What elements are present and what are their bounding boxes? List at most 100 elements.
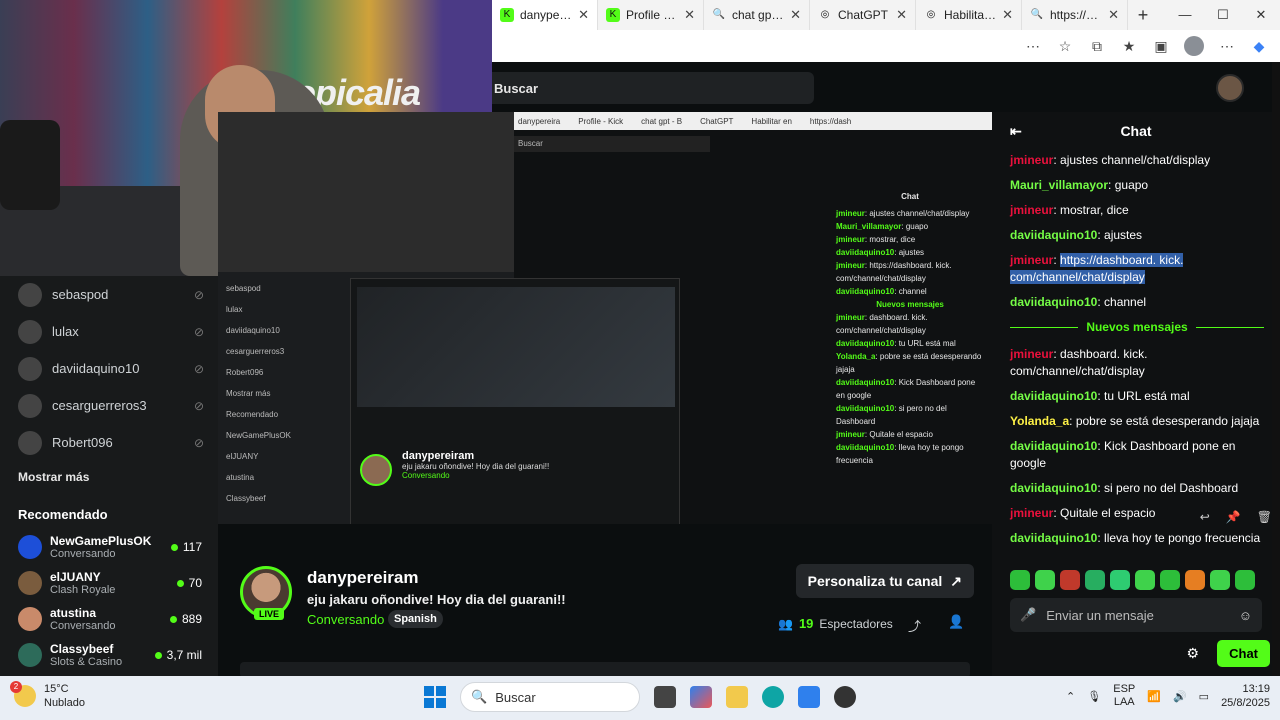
chevron-up-icon[interactable]: ⌃ — [1066, 690, 1075, 703]
chat-panel: ⇤ Chat jmineur: ajustes channel/chat/dis… — [992, 112, 1280, 676]
close-window-icon[interactable]: ✕ — [1242, 7, 1280, 23]
task-view-icon[interactable] — [654, 686, 676, 708]
emoji-icon[interactable]: ☺ — [1239, 608, 1252, 623]
copilot-icon[interactable]: ◆ — [1250, 38, 1268, 55]
show-more-button[interactable]: Mostrar más — [0, 461, 218, 493]
browser-tab[interactable]: Kdanypereiram ✕ — [492, 0, 598, 30]
chat-message-text: guapo — [1114, 178, 1149, 192]
tab-close-icon[interactable]: ✕ — [1002, 7, 1013, 23]
emote-icon[interactable] — [1235, 570, 1255, 590]
emote-icon[interactable] — [1210, 570, 1230, 590]
sidebar-item-sebaspod[interactable]: sebaspod ⊘ — [0, 276, 218, 313]
copilot-app-icon[interactable] — [690, 686, 712, 708]
emote-icon[interactable] — [1185, 570, 1205, 590]
share-icon[interactable]: ⤴ — [908, 616, 921, 635]
chat-username[interactable]: daviidaquino10 — [1010, 531, 1097, 545]
follow-user-icon[interactable]: 👤 — [948, 614, 964, 630]
collections-icon[interactable]: ▣ — [1152, 38, 1170, 55]
sidebar-item-lulax[interactable]: lulax ⊘ — [0, 313, 218, 350]
chat-input[interactable]: 🎤 Enviar un mensaje ☺ — [1010, 598, 1262, 632]
language-tag[interactable]: Spanish — [388, 610, 443, 628]
file-explorer-icon[interactable] — [726, 686, 748, 708]
mic-icon[interactable]: 🎤 — [1020, 607, 1036, 623]
extensions-icon[interactable]: ⧉ — [1088, 38, 1106, 55]
new-tab-button[interactable]: + — [1128, 5, 1158, 26]
customize-channel-button[interactable]: Personaliza tu canal ↗ — [795, 564, 974, 598]
minimize-icon[interactable]: — — [1166, 7, 1204, 23]
tab-close-icon[interactable]: ✕ — [896, 7, 907, 23]
stream-player[interactable]: sebaspod lulax daviidaquino10 cesarguerrero… — [218, 112, 992, 524]
tab-close-icon[interactable]: ✕ — [790, 7, 801, 23]
chat-username[interactable]: daviidaquino10 — [1010, 481, 1097, 495]
stream-category[interactable]: Conversando — [307, 612, 384, 627]
chat-username[interactable]: jmineur — [1010, 203, 1053, 217]
chat-username[interactable]: daviidaquino10 — [1010, 439, 1097, 453]
battery-icon[interactable]: ▭ — [1199, 690, 1209, 703]
obs-app-icon[interactable] — [834, 686, 856, 708]
chat-username[interactable]: daviidaquino10 — [1010, 389, 1097, 403]
browser-tab[interactable]: ◎ Habilitar en ✕ — [916, 0, 1022, 30]
browser-tab[interactable]: K Profile - Kick ✕ — [598, 0, 704, 30]
collapse-chat-icon[interactable]: ⇤ — [1010, 123, 1022, 140]
page-scrollbar[interactable] — [1272, 62, 1280, 676]
emote-icon[interactable] — [1035, 570, 1055, 590]
chat-username[interactable]: jmineur — [1010, 253, 1053, 267]
recommended-item[interactable]: NewGamePlusOK Conversando 117 — [0, 529, 218, 565]
browser-profile-icon[interactable] — [1184, 36, 1204, 56]
emote-icon[interactable] — [1010, 570, 1030, 590]
weather-widget[interactable]: 2 15°C Nublado — [10, 681, 85, 710]
chat-message: jmineur: dashboard. kick. com/channel/ch… — [1010, 347, 1148, 378]
language-indicator[interactable]: ESP LAA — [1113, 683, 1135, 709]
chat-username[interactable]: daviidaquino10 — [1010, 228, 1097, 242]
chat-message: Mauri_villamayor: guapo — [1010, 178, 1149, 192]
volume-icon[interactable]: 🔊 — [1173, 690, 1187, 703]
chat-username[interactable]: Mauri_villamayor — [1010, 178, 1108, 192]
emote-icon[interactable] — [1160, 570, 1180, 590]
emote-icon[interactable] — [1085, 570, 1105, 590]
tab-close-icon[interactable]: ✕ — [684, 7, 695, 23]
emote-icon[interactable] — [1110, 570, 1130, 590]
channel-name[interactable]: danypereiram — [307, 568, 419, 588]
delete-icon[interactable]: 🗑 — [1257, 510, 1272, 524]
recommended-item[interactable]: elJUANY Clash Royale 70 — [0, 565, 218, 601]
tab-close-icon[interactable]: ✕ — [578, 7, 589, 23]
send-chat-button[interactable]: Chat — [1217, 640, 1270, 667]
user-avatar[interactable] — [1216, 74, 1244, 102]
sidebar-item-cesarguerreros3[interactable]: cesarguerreros3 ⊘ — [0, 387, 218, 424]
browser-tab[interactable]: ◎ ChatGPT ✕ — [810, 0, 916, 30]
microphone-icon[interactable]: 🎙 — [1087, 690, 1101, 703]
clock[interactable]: 13:19 25/8/2025 — [1221, 682, 1270, 710]
edge-browser-icon[interactable] — [762, 686, 784, 708]
preview-chat-user: jmineur — [836, 313, 865, 322]
more-options-icon[interactable]: ⋯ — [1218, 38, 1236, 55]
tab-close-icon[interactable]: ✕ — [1108, 7, 1119, 23]
emote-icon[interactable] — [1060, 570, 1080, 590]
pin-icon[interactable]: 📌 — [1226, 510, 1241, 524]
start-windows-icon[interactable] — [424, 686, 446, 708]
chat-username[interactable]: jmineur — [1010, 153, 1053, 167]
sidebar-item-robert096[interactable]: Robert096 ⊘ — [0, 424, 218, 461]
chat-username[interactable]: jmineur — [1010, 347, 1053, 361]
browser-tab[interactable]: 🔍 https://dash ✕ — [1022, 0, 1128, 30]
chat-username[interactable]: daviidaquino10 — [1010, 295, 1097, 309]
favorites-icon[interactable]: ★ — [1120, 38, 1138, 55]
sidebar-item-daviidaquino10[interactable]: daviidaquino10 ⊘ — [0, 350, 218, 387]
recommended-item[interactable]: Classybeef Slots & Casino 3,7 mil — [0, 637, 218, 673]
chat-messages: jmineur: ajustes channel/chat/display Mau… — [992, 150, 1280, 547]
browser-tab[interactable]: 🔍 chat gpt - B ✕ — [704, 0, 810, 30]
reading-icon[interactable]: ⋯ — [1024, 38, 1042, 55]
emote-icon[interactable] — [1135, 570, 1155, 590]
favorite-star-icon[interactable]: ☆ — [1056, 38, 1074, 55]
search-input[interactable]: Buscar — [492, 72, 814, 104]
reply-icon[interactable]: ↩ — [1200, 510, 1210, 524]
webcam-mic — [0, 120, 60, 210]
maximize-icon[interactable]: ☐ — [1204, 7, 1242, 23]
chat-username[interactable]: Yolanda_a — [1010, 414, 1069, 428]
recommended-item[interactable]: atustina Conversando 889 — [0, 601, 218, 637]
chat-username[interactable]: jmineur — [1010, 506, 1053, 520]
taskbar-search[interactable]: 🔍 Buscar — [460, 682, 640, 712]
wifi-icon[interactable]: 📶 — [1147, 690, 1161, 703]
preview-chat-line: jmineur: Quitale el espacio — [836, 430, 933, 439]
settings-gear-icon[interactable]: ⚙ — [1187, 645, 1200, 662]
store-icon[interactable] — [798, 686, 820, 708]
